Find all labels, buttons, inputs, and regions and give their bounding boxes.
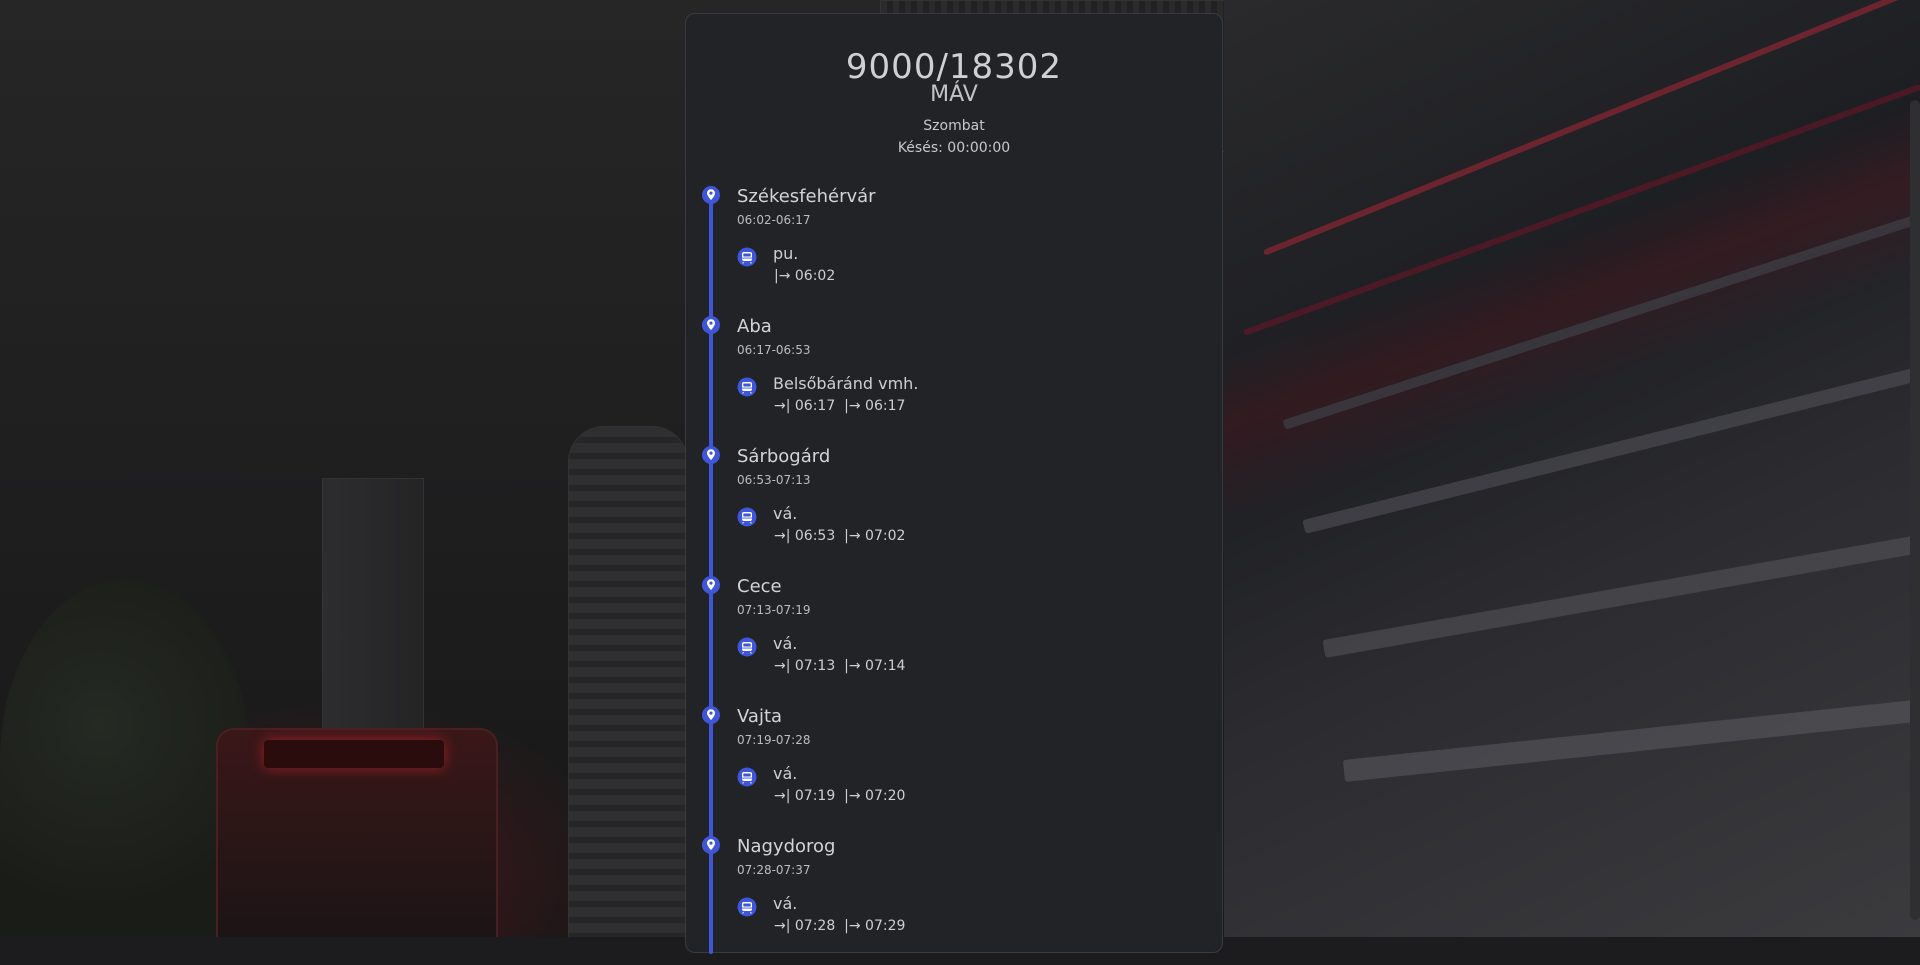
stop-platform: vá. — [773, 504, 798, 523]
light-streak — [1262, 0, 1915, 256]
map-pin-icon — [701, 185, 721, 205]
map-pin-icon — [701, 315, 721, 335]
building-silhouette — [568, 426, 688, 937]
stop-time-range: 07:19-07:28 — [737, 733, 811, 747]
train-icon — [737, 377, 757, 397]
arrival-departure-times: →| 07:28 |→ 07:29 — [774, 918, 906, 934]
stop-platform: Belsőbáránd vmh. — [773, 374, 919, 393]
tree-silhouette — [0, 580, 250, 937]
timeline-stop: Vajta 07:19-07:28 vá. →| 07:19 |→ 07:20 — [686, 705, 1222, 835]
stop-name: Székesfehérvár — [737, 186, 876, 207]
train-details-card: 9000/18302 MÁV Szombat Késés: 00:00:00 S… — [685, 13, 1223, 954]
stop-name: Aba — [737, 316, 772, 337]
arrival-departure-times: |→ 06:02 — [774, 268, 836, 284]
train-icon — [737, 507, 757, 527]
arrival-departure-times: →| 07:13 |→ 07:14 — [774, 658, 906, 674]
timeline-stop: Sárbogárd 06:53-07:13 vá. →| 06:53 |→ 07:02 — [686, 445, 1222, 575]
timeline-stop: Aba 06:17-06:53 Belsőbáránd vmh. →| 06:17 |… — [686, 315, 1222, 445]
stop-name: Cece — [737, 576, 782, 597]
bus-sign — [264, 740, 444, 768]
train-number: 9000/18302 — [845, 47, 1063, 87]
stop-name: Nagydorog — [737, 836, 836, 857]
train-icon — [737, 247, 757, 267]
map-pin-icon — [701, 835, 721, 855]
stop-time-range: 06:17-06:53 — [737, 343, 811, 357]
service-day: Szombat — [923, 118, 985, 134]
arrival-departure-times: →| 06:17 |→ 06:17 — [774, 398, 906, 414]
map-pin-icon — [701, 575, 721, 595]
stop-time-range: 07:13-07:19 — [737, 603, 811, 617]
arrival-departure-times: →| 07:19 |→ 07:20 — [774, 788, 906, 804]
stop-platform: vá. — [773, 764, 798, 783]
motion-streak-panel — [1224, 0, 1920, 937]
train-icon — [737, 767, 757, 787]
timeline-stop: Nagydorog 07:28-07:37 vá. →| 07:28 |→ 07:29 — [686, 835, 1222, 965]
light-streak — [1342, 693, 1920, 782]
stop-platform: vá. — [773, 634, 798, 653]
stop-time-range: 07:28-07:37 — [737, 863, 811, 877]
stop-platform: pu. — [773, 244, 799, 263]
map-pin-icon — [701, 445, 721, 465]
timeline-stop: Székesfehérvár 06:02-06:17 pu. |→ 06:02 — [686, 185, 1222, 315]
stop-time-range: 06:53-07:13 — [737, 473, 811, 487]
train-icon — [737, 637, 757, 657]
bus-silhouette — [216, 728, 498, 937]
map-pin-icon — [701, 705, 721, 725]
train-icon — [737, 897, 757, 917]
timeline-stop: Cece 07:13-07:19 vá. →| 07:13 |→ 07:14 — [686, 575, 1222, 705]
stop-name: Vajta — [737, 706, 783, 727]
stop-name: Sárbogárd — [737, 446, 831, 467]
light-streak — [1322, 525, 1920, 658]
operator-name: MÁV — [930, 82, 978, 107]
page-scrollbar[interactable] — [1910, 100, 1920, 920]
stop-time-range: 06:02-06:17 — [737, 213, 811, 227]
stop-platform: vá. — [773, 894, 798, 913]
delay-info: Késés: 00:00:00 — [897, 140, 1011, 156]
arrival-departure-times: →| 06:53 |→ 07:02 — [774, 528, 906, 544]
